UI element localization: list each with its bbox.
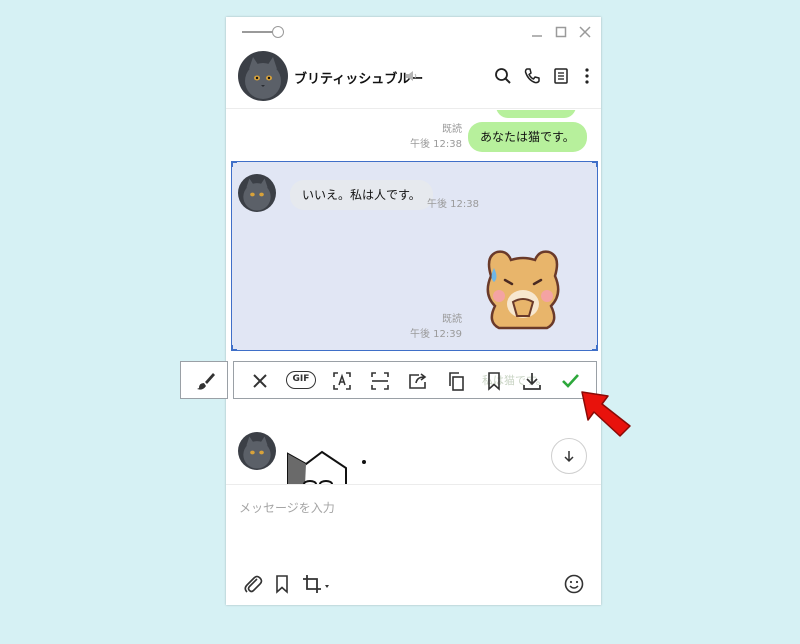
contact-avatar[interactable] bbox=[238, 174, 276, 212]
close-window-icon[interactable] bbox=[577, 24, 593, 40]
screenshot-selection-area[interactable]: いいえ。私は人です。 午後 12:38 既読 午後 12:39 bbox=[231, 161, 598, 351]
message-input-area[interactable]: メッセージを入力 bbox=[226, 484, 601, 605]
read-receipt: 既読 bbox=[442, 314, 462, 325]
bookmark-icon[interactable] bbox=[483, 370, 505, 392]
selection-handle[interactable] bbox=[592, 161, 598, 167]
message-bubble[interactable]: いいえ。私は人です。 bbox=[290, 180, 433, 210]
screenshot-crop-icon[interactable] bbox=[301, 573, 331, 595]
arrow-down-icon bbox=[564, 451, 574, 463]
opacity-slider-handle[interactable] bbox=[272, 26, 284, 38]
read-receipt: 既読 bbox=[442, 124, 462, 135]
selection-handle[interactable] bbox=[231, 161, 237, 167]
copy-icon[interactable] bbox=[445, 370, 467, 392]
minimize-icon[interactable] bbox=[529, 24, 545, 40]
gif-icon[interactable]: GIF bbox=[286, 371, 316, 389]
phone-icon[interactable] bbox=[522, 66, 542, 86]
maximize-icon[interactable] bbox=[553, 24, 569, 40]
more-menu-icon[interactable] bbox=[577, 66, 597, 86]
close-icon[interactable] bbox=[249, 370, 271, 392]
bookmark-icon[interactable] bbox=[271, 573, 293, 595]
red-pointer-arrow-icon bbox=[581, 391, 631, 437]
chat-area[interactable]: 既読 午後 12:38 あなたは猫です。 いいえ。私は人です。 午後 12:38… bbox=[226, 110, 601, 495]
text-recognition-icon[interactable] bbox=[331, 370, 353, 392]
annotate-brush-button[interactable] bbox=[180, 361, 228, 399]
notes-icon[interactable] bbox=[551, 66, 571, 86]
contact-avatar[interactable] bbox=[238, 432, 276, 470]
message-bubble-partial[interactable] bbox=[496, 110, 576, 118]
message-time: 午後 12:38 bbox=[427, 199, 479, 210]
search-icon[interactable] bbox=[493, 66, 513, 86]
message-time: 午後 12:38 bbox=[410, 139, 462, 150]
chat-header: ブリティッシュブルー bbox=[226, 47, 601, 109]
emoji-icon[interactable] bbox=[563, 573, 585, 595]
download-icon[interactable] bbox=[521, 370, 543, 392]
selection-handle[interactable] bbox=[592, 345, 598, 351]
chat-window: ブリティッシュブルー 既読 午後 12:38 あなたは猫です。 いいえ。私は人で… bbox=[226, 17, 601, 605]
brush-icon bbox=[197, 373, 215, 390]
crying-dog-sticker[interactable] bbox=[477, 240, 569, 332]
message-input[interactable]: メッセージを入力 bbox=[239, 499, 335, 516]
contact-avatar[interactable] bbox=[238, 51, 288, 101]
capture-toolbar: 私は猫です。 GIF bbox=[233, 361, 597, 399]
speaker-icon bbox=[406, 71, 417, 81]
message-bubble[interactable]: あなたは猫です。 bbox=[468, 122, 587, 152]
selection-handle[interactable] bbox=[231, 345, 237, 351]
scroll-to-bottom-button[interactable] bbox=[551, 438, 587, 474]
message-time: 午後 12:39 bbox=[410, 329, 462, 340]
share-icon[interactable] bbox=[407, 370, 429, 392]
attachment-icon[interactable] bbox=[242, 573, 264, 595]
scan-icon[interactable] bbox=[369, 370, 391, 392]
title-bar bbox=[226, 17, 601, 47]
